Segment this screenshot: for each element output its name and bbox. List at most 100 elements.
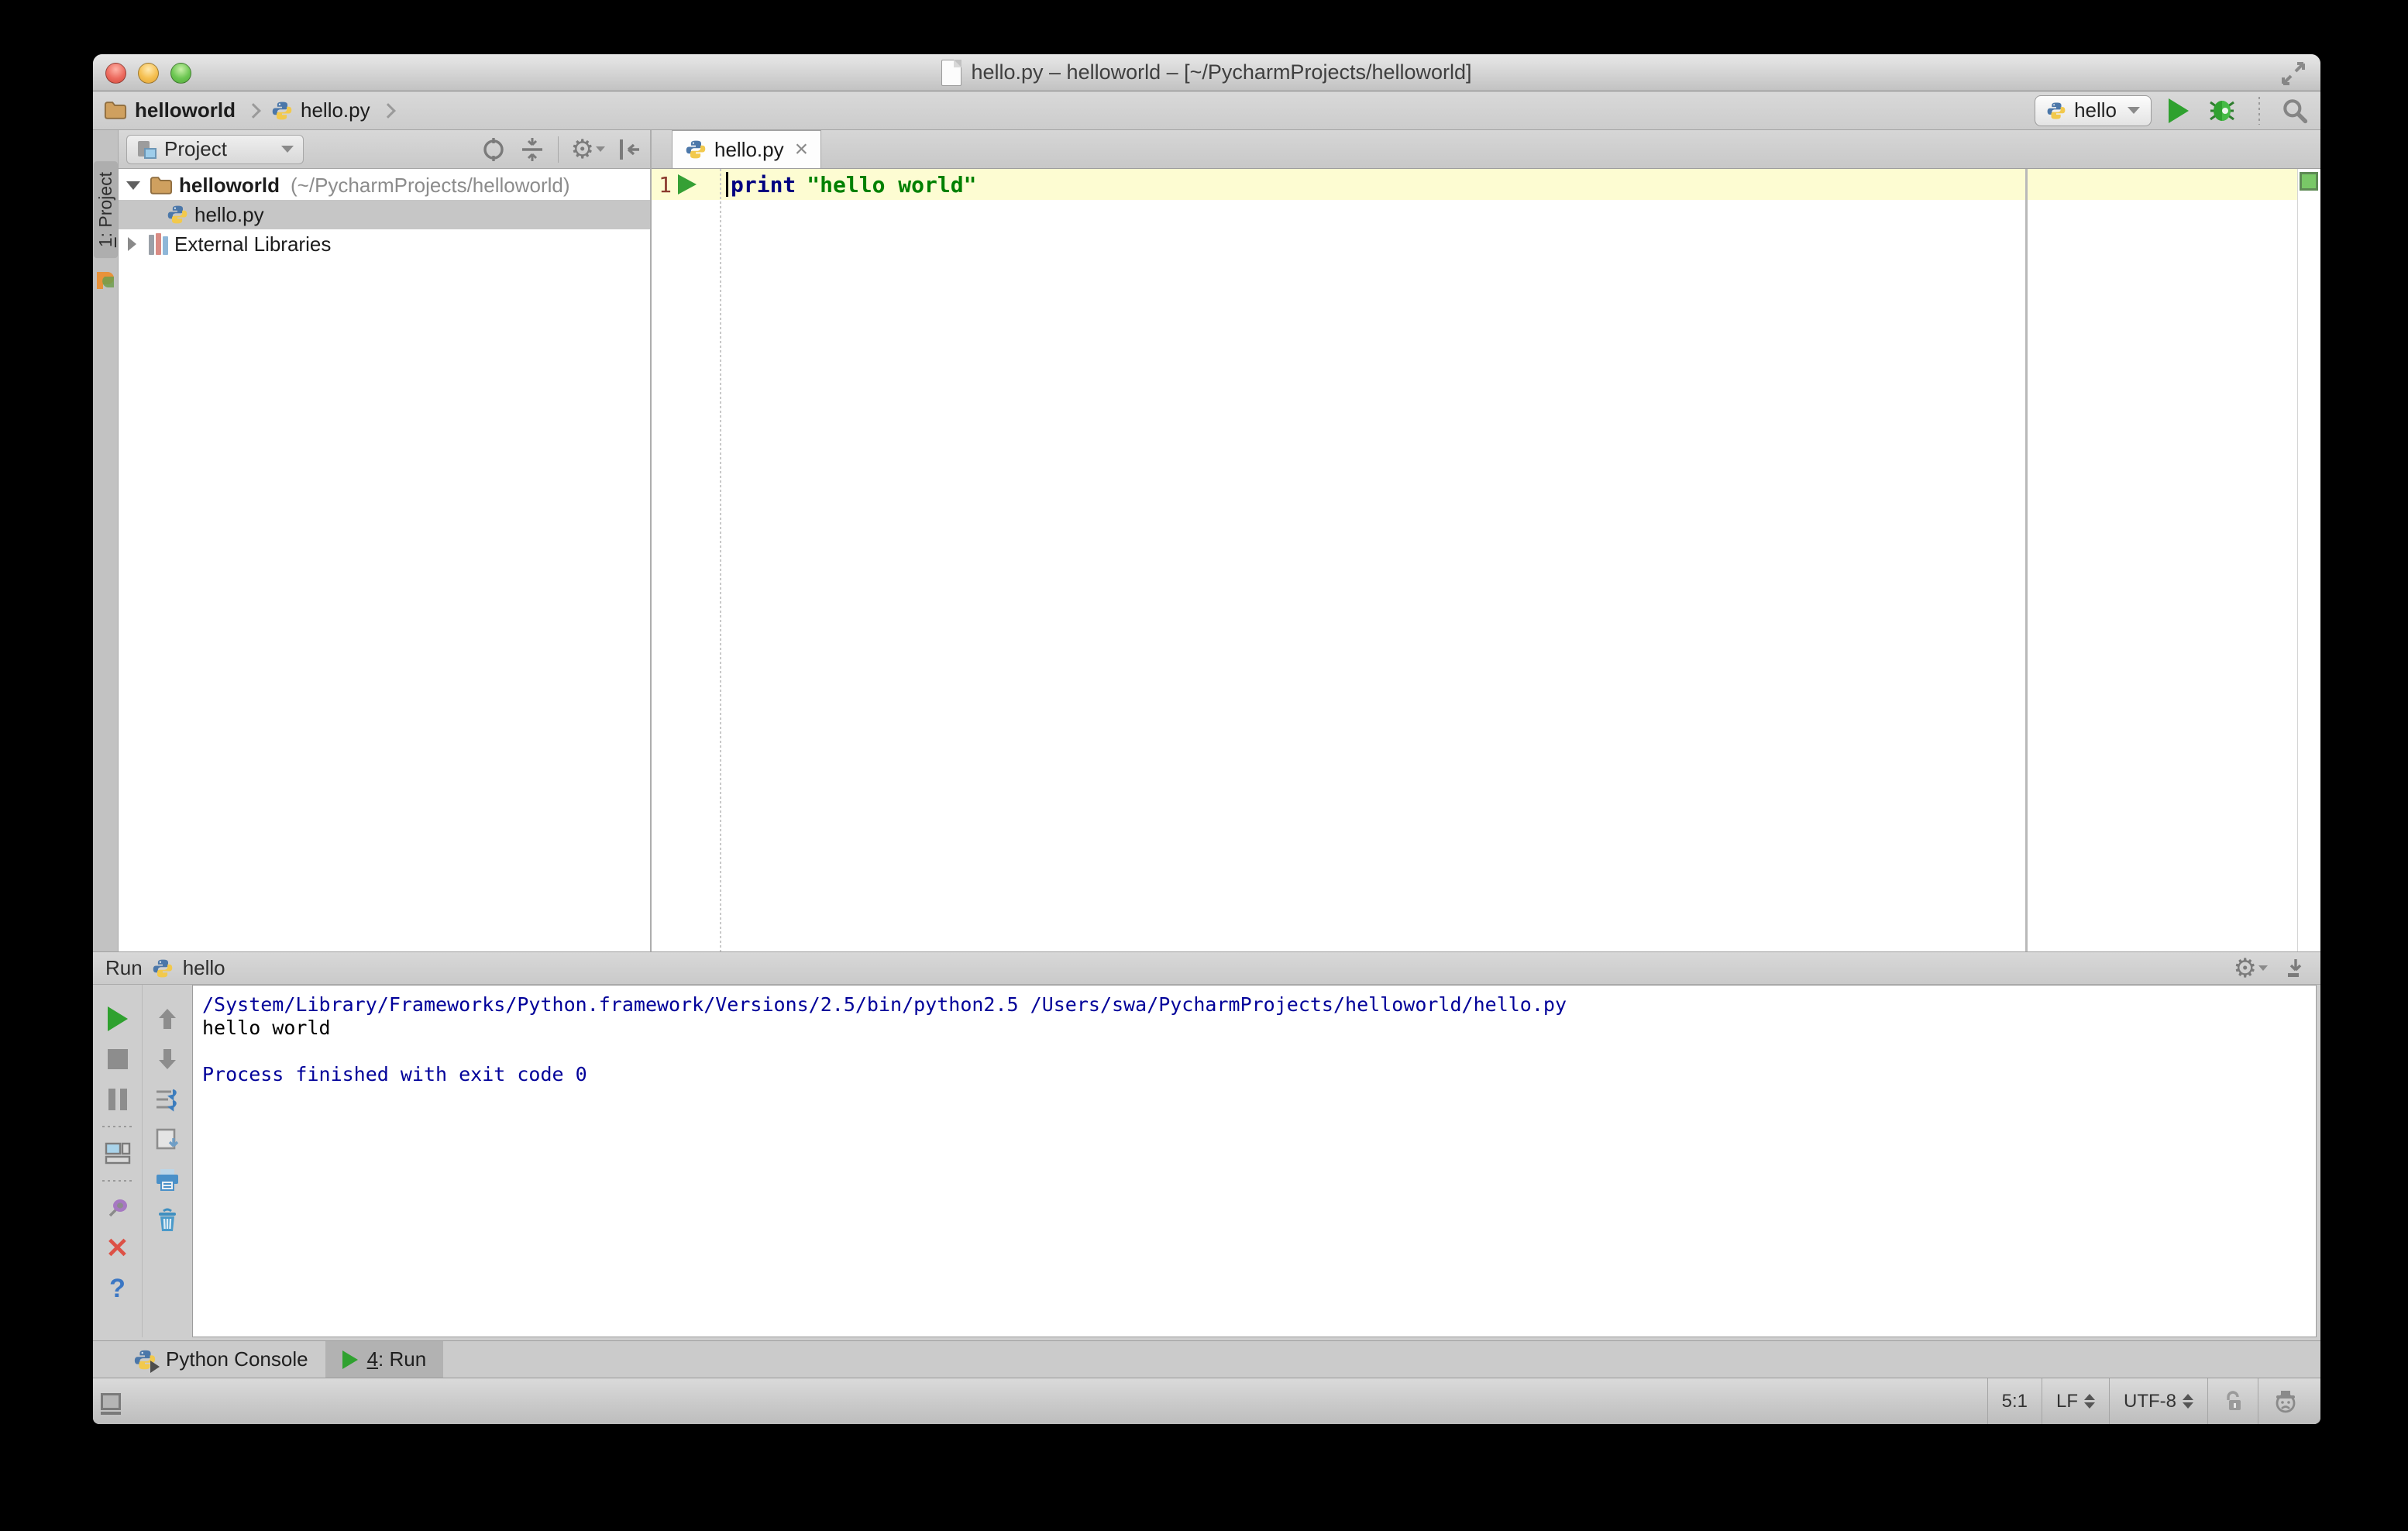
- project-panel-header: Project ⚙: [119, 130, 650, 169]
- minimize-window-button[interactable]: [138, 62, 159, 84]
- editor-tab-hello-py[interactable]: hello.py ×: [672, 130, 822, 168]
- project-view-select[interactable]: Project: [126, 134, 304, 164]
- chevron-down-icon: [2128, 107, 2140, 114]
- rerun-button[interactable]: [104, 1005, 132, 1033]
- text-caret: [726, 172, 728, 197]
- run-toolbar: hello: [2035, 95, 2310, 126]
- run-config-name: hello: [182, 956, 225, 979]
- editor-content[interactable]: 1 print "hello world": [652, 169, 2320, 951]
- caret-position-widget[interactable]: 5:1: [1987, 1378, 2042, 1424]
- tree-row-hello-py[interactable]: hello.py: [119, 200, 650, 229]
- editor-area: hello.py × 1 print "hello world": [652, 130, 2320, 951]
- project-view-icon: [136, 139, 157, 160]
- next-occurrence-button[interactable]: [153, 1045, 181, 1073]
- pycharm-logo-icon: [97, 272, 114, 290]
- gutter-run-icon[interactable]: [678, 174, 697, 194]
- inspection-status-icon[interactable]: [2300, 172, 2318, 191]
- run-settings-button[interactable]: ⚙: [2234, 955, 2268, 982]
- run-configuration-label: hello: [2074, 98, 2117, 122]
- pin-tab-button[interactable]: [104, 1194, 132, 1222]
- restore-layout-button[interactable]: [104, 1140, 132, 1168]
- locate-file-icon[interactable]: [480, 136, 507, 163]
- debug-button[interactable]: [2206, 96, 2238, 126]
- python-file-icon: [271, 100, 293, 122]
- soft-wrap-icon: [157, 1089, 177, 1112]
- collapse-all-icon[interactable]: [519, 136, 545, 163]
- project-toolwindow-tab[interactable]: 1: Project: [93, 161, 118, 259]
- tree-row-external-libraries[interactable]: External Libraries: [119, 229, 650, 259]
- run-tab[interactable]: 4: Run: [325, 1341, 444, 1378]
- code-line-1[interactable]: print "hello world": [726, 170, 976, 198]
- play-icon: [107, 1006, 128, 1031]
- tree-root-path: (~/PycharmProjects/helloworld): [291, 173, 570, 197]
- pin-icon: [108, 1199, 127, 1217]
- stop-icon: [107, 1049, 128, 1069]
- error-stripe[interactable]: [2297, 169, 2320, 951]
- chevron-down-icon: [280, 146, 294, 153]
- hide-toolwindow-icon[interactable]: [2283, 956, 2308, 981]
- window-title: hello.py – helloworld – [~/PycharmProjec…: [971, 60, 1472, 84]
- project-settings-button[interactable]: ⚙: [571, 136, 605, 163]
- search-icon[interactable]: [2280, 96, 2310, 126]
- tree-root-label: helloworld: [179, 173, 280, 197]
- restore-layout-icon: [105, 1142, 130, 1165]
- breadcrumb-file[interactable]: hello.py: [301, 98, 370, 122]
- encoding-label: UTF-8: [2124, 1390, 2176, 1412]
- gutter-separator: [720, 169, 721, 951]
- soft-wrap-button[interactable]: [153, 1085, 181, 1113]
- toggle-toolwindow-buttons-icon[interactable]: [101, 1392, 121, 1415]
- line-separator-widget[interactable]: LF: [2041, 1378, 2109, 1424]
- run-tab-label: 4: Run: [366, 1347, 427, 1371]
- window-titlebar[interactable]: hello.py – helloworld – [~/PycharmProjec…: [93, 54, 2320, 91]
- python-file-icon: [685, 139, 707, 160]
- print-button[interactable]: [153, 1166, 181, 1194]
- run-configuration-select[interactable]: hello: [2035, 95, 2152, 126]
- tree-row-project-root[interactable]: helloworld (~/PycharmProjects/helloworld…: [119, 170, 650, 200]
- zoom-window-button[interactable]: [170, 62, 191, 84]
- pause-button[interactable]: [104, 1085, 132, 1113]
- project-panel: Project ⚙ helloworld (~/PycharmProjects/…: [119, 130, 652, 951]
- stop-button[interactable]: [104, 1045, 132, 1073]
- close-toolwindow-button[interactable]: ✕: [104, 1234, 132, 1262]
- readonly-widget[interactable]: [2207, 1378, 2258, 1424]
- right-margin-guide: [2025, 169, 2028, 951]
- encoding-widget[interactable]: UTF-8: [2109, 1378, 2207, 1424]
- trash-icon: [159, 1208, 176, 1231]
- code-keyword: print: [731, 171, 796, 198]
- close-icon: ✕: [105, 1232, 129, 1264]
- project-tree: helloworld (~/PycharmProjects/helloworld…: [119, 169, 650, 951]
- line-separator-label: LF: [2055, 1390, 2078, 1412]
- updown-icon: [2183, 1394, 2193, 1409]
- inspections-widget[interactable]: [2258, 1378, 2313, 1424]
- hide-panel-icon[interactable]: [617, 136, 642, 163]
- navigation-bar: helloworld hello.py hello: [93, 91, 2320, 130]
- close-window-button[interactable]: [105, 62, 126, 84]
- console-line: /System/Library/Frameworks/Python.framew…: [202, 993, 1567, 1016]
- run-console-output[interactable]: /System/Library/Frameworks/Python.framew…: [192, 985, 2317, 1337]
- python-icon: [152, 958, 174, 979]
- expander-closed-icon[interactable]: [128, 237, 136, 251]
- fullscreen-icon[interactable]: [2280, 60, 2307, 87]
- chevron-down-icon: [596, 146, 605, 152]
- status-bar: 5:1 LF UTF-8: [93, 1378, 2320, 1424]
- breadcrumb-project[interactable]: helloworld: [135, 98, 236, 122]
- run-toolwindow-header[interactable]: Run hello ⚙: [93, 952, 2320, 985]
- status-widgets: 5:1 LF UTF-8: [1987, 1378, 2313, 1424]
- help-button[interactable]: ?: [104, 1275, 132, 1302]
- traffic-lights: [105, 54, 191, 91]
- document-icon: [941, 59, 962, 86]
- tree-libs-label: External Libraries: [174, 232, 332, 256]
- prev-occurrence-button[interactable]: [153, 1005, 181, 1033]
- window-title-group: hello.py – helloworld – [~/PycharmProjec…: [941, 59, 1472, 86]
- console-line: Process finished with exit code 0: [202, 1063, 587, 1085]
- editor-tab-bar: hello.py ×: [652, 130, 2320, 169]
- run-button[interactable]: [2169, 98, 2189, 123]
- close-tab-icon[interactable]: ×: [795, 138, 809, 161]
- run-actions-toolbar: ✕ ?: [93, 985, 143, 1337]
- folder-icon: [150, 176, 173, 195]
- left-tool-stripe: 1: Project: [93, 130, 119, 951]
- scroll-to-end-button[interactable]: [153, 1126, 181, 1154]
- python-console-tab[interactable]: Python Console: [116, 1341, 325, 1378]
- clear-console-button[interactable]: [153, 1206, 181, 1234]
- expander-open-icon[interactable]: [126, 181, 140, 190]
